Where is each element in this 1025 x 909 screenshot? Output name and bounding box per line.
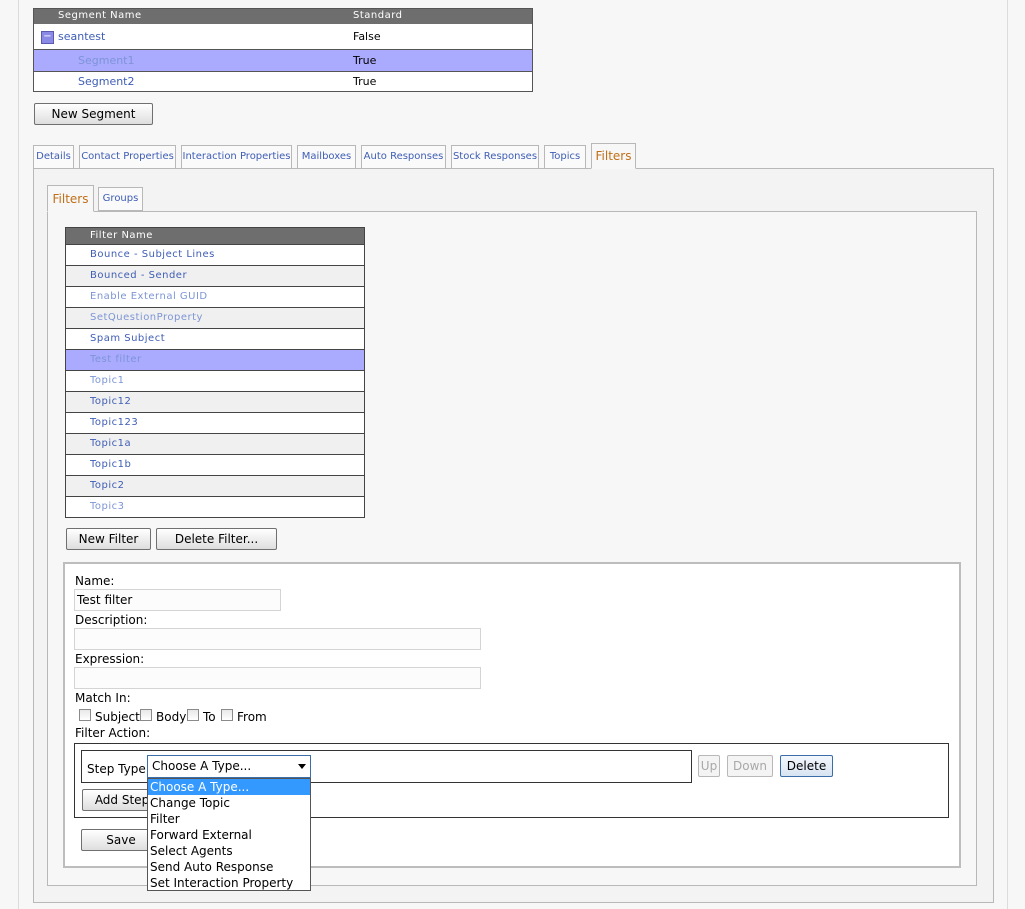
column-header-filter-name[interactable]: Filter Name xyxy=(90,228,153,243)
step-delete-button[interactable]: Delete xyxy=(780,755,833,777)
filter-name[interactable]: Topic1 xyxy=(90,371,125,390)
step-type-selected-value: Choose A Type... xyxy=(152,759,252,773)
tab-filters[interactable]: Filters xyxy=(591,143,636,169)
to-checkbox[interactable] xyxy=(187,709,199,721)
new-segment-button[interactable]: New Segment xyxy=(34,103,153,125)
subject-checkbox-label: Subject xyxy=(95,710,140,724)
tab-topics[interactable]: Topics xyxy=(544,145,586,169)
filter-row[interactable]: Topic1a xyxy=(66,433,364,454)
dropdown-option[interactable]: Choose A Type... xyxy=(148,779,310,795)
column-header-segment-name[interactable]: Segment Name xyxy=(58,10,142,21)
dropdown-option[interactable]: Set Interaction Property xyxy=(148,875,310,891)
filter-row[interactable]: Bounced - Sender xyxy=(66,265,364,286)
step-type-select[interactable]: Choose A Type... xyxy=(147,755,311,778)
filter-row[interactable]: Topic1 xyxy=(66,370,364,391)
filter-name[interactable]: Topic2 xyxy=(90,476,125,495)
step-up-button[interactable]: Up xyxy=(698,755,720,777)
filter-name[interactable]: Bounced - Sender xyxy=(90,266,187,285)
segment-row-seantest[interactable]: − seantest False xyxy=(34,25,532,50)
subject-checkbox[interactable] xyxy=(79,709,91,721)
segment-name[interactable]: Segment1 xyxy=(78,54,135,67)
name-field[interactable]: Test filter xyxy=(74,589,281,611)
segment-standard: True xyxy=(353,54,377,67)
column-header-standard[interactable]: Standard xyxy=(353,10,403,21)
to-checkbox-label: To xyxy=(203,710,216,724)
filter-name[interactable]: Topic1a xyxy=(90,434,131,453)
tab-interaction-properties[interactable]: Interaction Properties xyxy=(181,145,292,169)
tab-mailboxes[interactable]: Mailboxes xyxy=(297,145,356,169)
segment-row-segment2[interactable]: Segment2 True xyxy=(34,72,532,92)
segment-standard: True xyxy=(353,75,377,88)
subtab-filters[interactable]: Filters xyxy=(47,185,94,212)
segment-grid: Segment Name Standard − seantest False S… xyxy=(33,8,533,92)
filter-row[interactable]: SetQuestionProperty xyxy=(66,307,364,328)
dropdown-option[interactable]: Change Topic xyxy=(148,795,310,811)
match-in-label: Match In: xyxy=(75,691,131,705)
step-type-label: Step Type: xyxy=(87,762,150,776)
filter-name[interactable]: Topic12 xyxy=(90,392,131,411)
dropdown-option[interactable]: Filter xyxy=(148,811,310,827)
step-type-dropdown-list: Choose A Type... Change Topic Filter For… xyxy=(147,778,311,891)
dropdown-option[interactable]: Forward External xyxy=(148,827,310,843)
new-filter-button[interactable]: New Filter xyxy=(66,528,151,550)
filter-row[interactable]: Topic12 xyxy=(66,391,364,412)
filter-grid: Filter Name Bounce - Subject Lines Bounc… xyxy=(65,227,365,518)
description-label: Description: xyxy=(75,613,148,627)
filter-row[interactable]: Topic1b xyxy=(66,454,364,475)
filter-row[interactable]: Topic123 xyxy=(66,412,364,433)
step-down-button[interactable]: Down xyxy=(727,755,773,777)
expression-label: Expression: xyxy=(75,652,145,666)
filter-name[interactable]: Topic3 xyxy=(90,497,125,516)
chevron-down-icon xyxy=(298,764,306,769)
body-checkbox[interactable] xyxy=(140,709,152,721)
filter-name[interactable]: Topic1b xyxy=(90,455,131,474)
tab-details[interactable]: Details xyxy=(33,145,74,169)
description-field[interactable] xyxy=(74,628,481,650)
filter-name[interactable]: Topic123 xyxy=(90,413,138,432)
segment-name[interactable]: seantest xyxy=(58,30,105,43)
from-checkbox-label: From xyxy=(237,710,267,724)
subtab-groups[interactable]: Groups xyxy=(98,187,143,211)
from-checkbox[interactable] xyxy=(221,709,233,721)
name-label: Name: xyxy=(75,574,115,588)
segment-standard: False xyxy=(353,30,381,43)
delete-filter-button[interactable]: Delete Filter... xyxy=(156,528,277,550)
filter-row-selected[interactable]: Test filter xyxy=(66,349,364,370)
filter-name[interactable]: Test filter xyxy=(90,350,142,369)
segment-name[interactable]: Segment2 xyxy=(78,75,135,88)
segment-grid-header: Segment Name Standard xyxy=(34,9,532,24)
tab-contact-properties[interactable]: Contact Properties xyxy=(79,145,176,169)
collapse-icon[interactable]: − xyxy=(41,31,54,44)
dropdown-option[interactable]: Send Auto Response xyxy=(148,859,310,875)
tab-auto-responses[interactable]: Auto Responses xyxy=(361,145,446,169)
filter-row[interactable]: Spam Subject xyxy=(66,328,364,349)
filter-row[interactable]: Enable External GUID xyxy=(66,286,364,307)
filter-row[interactable]: Topic3 xyxy=(66,496,364,517)
filter-name[interactable]: Enable External GUID xyxy=(90,287,208,306)
filter-action-label: Filter Action: xyxy=(75,726,151,740)
filter-row[interactable]: Bounce - Subject Lines xyxy=(66,244,364,265)
filter-grid-header: Filter Name xyxy=(66,228,364,244)
filter-row[interactable]: Topic2 xyxy=(66,475,364,496)
filter-name[interactable]: SetQuestionProperty xyxy=(90,308,203,327)
dropdown-option[interactable]: Select Agents xyxy=(148,843,310,859)
tab-stock-responses[interactable]: Stock Responses xyxy=(451,145,539,169)
filter-name[interactable]: Spam Subject xyxy=(90,329,165,348)
segment-row-segment1[interactable]: Segment1 True xyxy=(34,50,532,72)
filter-name[interactable]: Bounce - Subject Lines xyxy=(90,245,215,264)
body-checkbox-label: Body xyxy=(156,710,187,724)
expression-field[interactable] xyxy=(74,667,481,689)
